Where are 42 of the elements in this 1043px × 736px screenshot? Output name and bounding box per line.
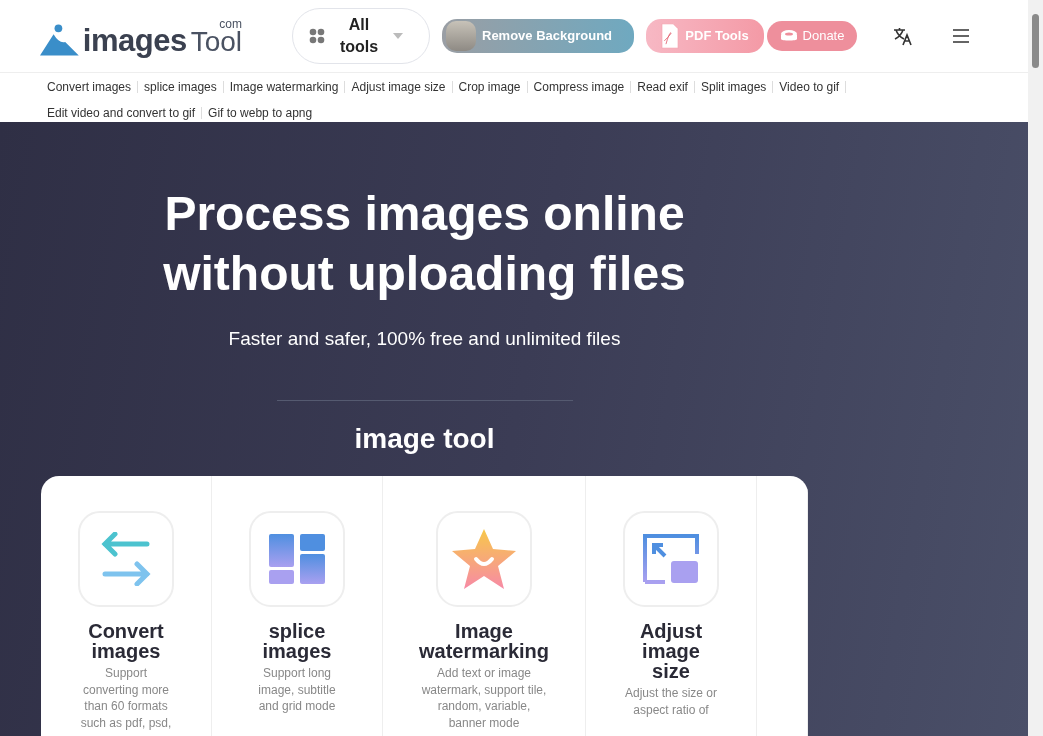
hero-title: Process images online without uploading files bbox=[163, 186, 686, 302]
nav-link[interactable]: Compress image bbox=[533, 77, 625, 96]
resize-icon bbox=[643, 534, 699, 584]
tool-title[interactable]: Convert images bbox=[75, 621, 177, 661]
tool-description: Support converting more than 60 formats such as pdf, psd, bbox=[79, 665, 173, 732]
photo-placeholder bbox=[446, 20, 476, 51]
nav-link[interactable]: Image watermarking bbox=[229, 77, 339, 96]
tool-description: Add text or image watermark, support tile, random, variable, banner mode bbox=[420, 665, 548, 732]
tool-icon-tile[interactable] bbox=[78, 511, 174, 607]
document-icon bbox=[661, 22, 680, 49]
tool-icon-tile[interactable] bbox=[436, 511, 532, 607]
coins-icon bbox=[779, 28, 798, 43]
translate-icon[interactable] bbox=[893, 25, 913, 46]
arrows-icon bbox=[101, 532, 151, 586]
nav-link[interactable]: Crop image bbox=[458, 77, 521, 96]
nav-link[interactable]: Gif to webp to apng bbox=[208, 103, 313, 122]
section-title: image tool bbox=[354, 423, 495, 455]
caret-icon bbox=[393, 32, 403, 39]
nav-link[interactable]: splice images bbox=[144, 77, 217, 96]
logo-icon bbox=[40, 23, 79, 56]
grid-icon bbox=[309, 27, 325, 44]
logo-text: images bbox=[82, 24, 187, 56]
nav-link[interactable]: Video to gif bbox=[779, 77, 840, 96]
tool-description: Adjust the size or aspect ratio of bbox=[623, 685, 718, 719]
nav-link[interactable]: Edit video and convert to gif bbox=[47, 103, 196, 122]
menu-icon[interactable] bbox=[953, 28, 969, 43]
star-icon bbox=[452, 529, 516, 589]
tool-title[interactable]: splice images bbox=[246, 621, 348, 661]
tool-icon-tile[interactable] bbox=[249, 511, 345, 607]
tool-description: Support long image, subtitle and grid mode bbox=[257, 665, 337, 715]
tool-title[interactable]: Image watermarking bbox=[417, 621, 551, 661]
nav-link[interactable]: Adjust image size bbox=[351, 77, 446, 96]
nav-link[interactable]: Convert images bbox=[47, 77, 132, 96]
nav-link[interactable]: Split images bbox=[700, 77, 767, 96]
tool-title[interactable]: Adjust image size bbox=[620, 621, 722, 681]
hero-subtitle: Faster and safer, 100% free and unlimited files bbox=[228, 328, 621, 350]
tool-icon-tile[interactable] bbox=[623, 511, 719, 607]
layout-icon bbox=[269, 534, 325, 584]
nav-link[interactable]: Read exif bbox=[637, 77, 688, 96]
logo-text: Tool bbox=[190, 27, 242, 56]
logo-text: com bbox=[219, 17, 242, 30]
all-tools-button[interactable]: All tools bbox=[292, 7, 430, 64]
